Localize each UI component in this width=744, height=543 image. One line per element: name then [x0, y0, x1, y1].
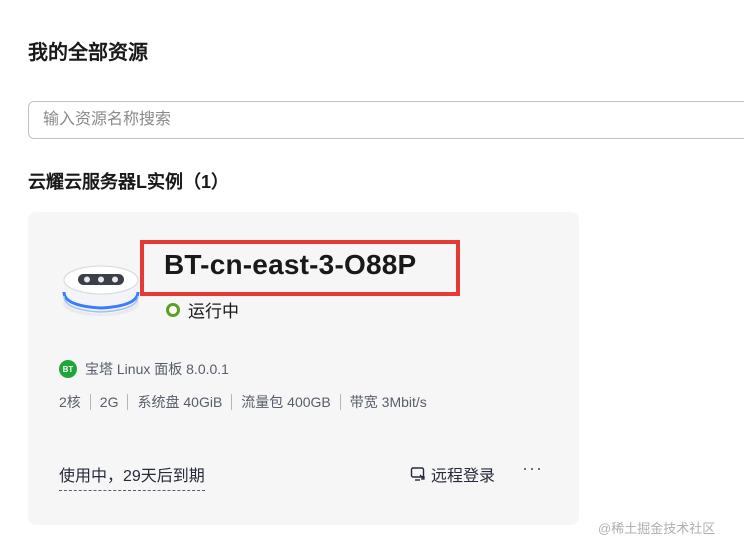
image-info: BT 宝塔 Linux 面板 8.0.0.1	[59, 359, 229, 379]
cloud-server-icon	[62, 265, 140, 316]
bt-panel-icon: BT	[59, 360, 77, 378]
resources-page: 我的全部资源 云耀云服务器L实例（1） BT-cn-east-3-O88P 运行…	[0, 0, 744, 543]
watermark: @稀土掘金技术社区	[598, 521, 716, 536]
search-input[interactable]	[29, 102, 744, 138]
instance-name[interactable]: BT-cn-east-3-O88P	[164, 249, 416, 281]
spec-bandwidth: 带宽 3Mbit/s	[339, 394, 436, 410]
running-status-icon	[166, 302, 180, 317]
spec-memory: 2G	[89, 394, 128, 410]
page-title: 我的全部资源	[28, 42, 148, 64]
search-box[interactable]	[28, 101, 744, 139]
remote-login-label: 远程登录	[431, 468, 496, 485]
spec-traffic-package: 流量包 400GB	[231, 394, 339, 410]
instance-card[interactable]: BT-cn-east-3-O88P 运行中 BT 宝塔 Linux 面板 8.0…	[28, 212, 579, 525]
instance-status: 运行中	[166, 297, 239, 322]
remote-login-button[interactable]: 远程登录	[410, 462, 495, 486]
image-label: 宝塔 Linux 面板 8.0.0.1	[85, 361, 229, 377]
more-actions-button[interactable]: ···	[522, 458, 543, 479]
spec-system-disk: 系统盘 40GiB	[127, 394, 231, 410]
instance-specs: 2核 2G 系统盘 40GiB 流量包 400GB 带宽 3Mbit/s	[59, 394, 436, 410]
section-title: 云耀云服务器L实例（1）	[28, 172, 230, 192]
status-label: 运行中	[188, 302, 239, 321]
remote-terminal-icon	[410, 467, 425, 481]
expiry-info-link[interactable]: 使用中，29天后到期	[59, 462, 205, 491]
spec-cpu: 2核	[59, 394, 81, 410]
